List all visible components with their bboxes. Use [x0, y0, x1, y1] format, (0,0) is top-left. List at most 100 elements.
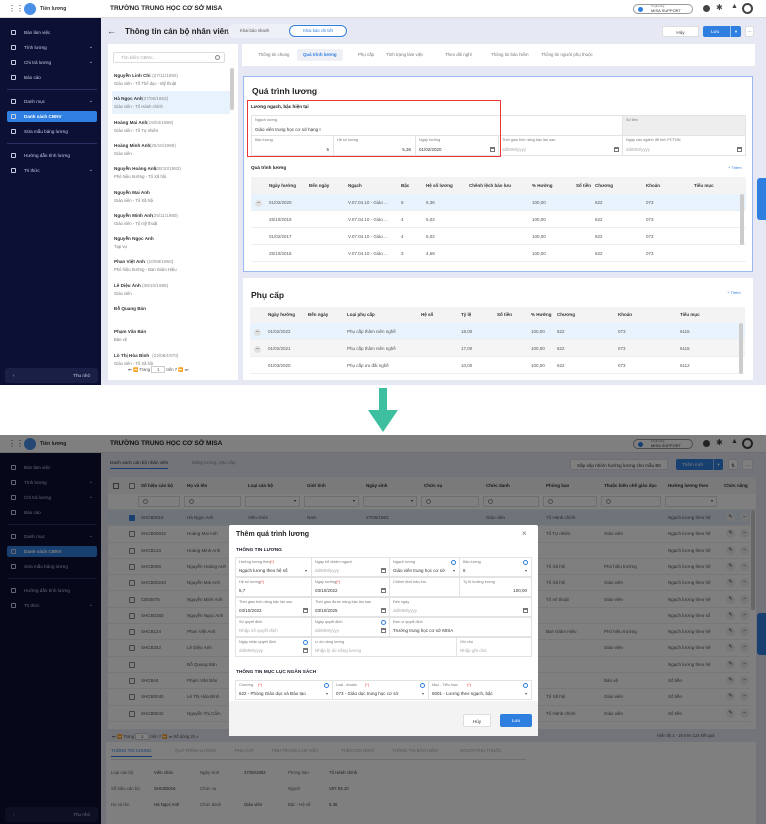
- so-qd-field[interactable]: Số quyết định Nhập số quyết định: [235, 617, 312, 637]
- table-row[interactable]: – 01/02/2021 Phụ cấp thâm niên nghề 17,00 10…: [250, 340, 745, 357]
- ty-le-field[interactable]: Tỷ lệ hưởng lương 100,00: [459, 577, 532, 597]
- calendar-icon[interactable]: [523, 608, 528, 613]
- table-scrollbar[interactable]: [739, 323, 743, 374]
- nhan-qd-field[interactable]: Ngày nhận quyết định dd/MM/yyyy: [235, 637, 312, 657]
- next-page-icon[interactable]: ⏩: [178, 367, 183, 372]
- den-ngay-field[interactable]: Đến ngày dd/MM/yyyy: [389, 597, 532, 617]
- chevron-down-icon[interactable]: ▾: [305, 568, 307, 573]
- sidebar-item-5[interactable]: Danh mục ⌄: [7, 96, 97, 107]
- tab-1[interactable]: Quá trình lương: [297, 49, 343, 61]
- employee-list-item[interactable]: Nguyễn Linh Chi (27/11/1992) Giáo viên - T…: [112, 68, 230, 91]
- calendar-icon[interactable]: [737, 147, 742, 152]
- modal-cancel-button[interactable]: Hủy: [463, 714, 491, 727]
- employee-list-item[interactable]: Nguyễn Ngọc Anh Tạp vụ: [112, 231, 230, 254]
- first-page-icon[interactable]: ⏮: [128, 367, 132, 372]
- don-vi-field[interactable]: Đơn vị quyết định Trường trung học cơ sở …: [389, 617, 532, 637]
- employee-list-item[interactable]: Nguyễn Mai Anh Giáo viên - Tổ Xã hội: [112, 185, 230, 208]
- duoc-nang-field[interactable]: Thời gian được nâng bậc lần sau 03/10/202…: [311, 597, 390, 617]
- table-row[interactable]: 01/02/2017 V.07.04.10 - Giáo ... 4 5,02 100,…: [251, 228, 746, 245]
- list-scrollbar[interactable]: [230, 68, 234, 110]
- next-raise-field[interactable]: Thời gian tính nâng bậc lần sau dd/MM/yy…: [498, 135, 623, 156]
- misa-support-button[interactable]: Truyền tổng MISA SUPPORT: [633, 4, 693, 14]
- tab-0[interactable]: Thông tin chung: [258, 49, 290, 61]
- sidebar-item-0[interactable]: Bàn làm việc: [7, 27, 97, 38]
- remove-row-icon[interactable]: –: [254, 328, 261, 336]
- calendar-icon[interactable]: [381, 608, 386, 613]
- tab-4[interactable]: Theo dõi nghỉ: [445, 49, 472, 61]
- table-row[interactable]: – 01/02/2022 Phụ cấp thâm niên nghề 18,00 10…: [250, 323, 745, 340]
- employee-list-item[interactable]: Hoàng Mai Anh (15/04/1989) Giáo viên - Tổ …: [112, 115, 230, 138]
- chevron-down-icon[interactable]: ▾: [525, 691, 527, 696]
- employee-list-item[interactable]: Nguyễn Hoàng Anh (30/10/1983) Phó hiệu trư…: [112, 161, 230, 184]
- employee-list-item[interactable]: Phan Việt Anh (10/06/1950) Phó hiệu trưởng…: [112, 254, 230, 277]
- table-scrollbar[interactable]: [740, 194, 744, 245]
- tab-5[interactable]: Thông tin bảo hiểm: [491, 49, 529, 61]
- employee-list-item[interactable]: Nguyễn Minh Anh (25/11/1980) Giáo viên - T…: [112, 208, 230, 231]
- loai-field[interactable]: Loại - khoản (*) 073 - Giáo dục trung học …: [332, 680, 429, 700]
- he-so-field[interactable]: Hệ số lương 5,7 (*): [235, 577, 312, 597]
- bo-nhiem-field[interactable]: Ngày bổ nhiệm ngạch dd/MM/yyyy: [311, 557, 390, 577]
- sidebar-item-9[interactable]: Hướng dẫn tính lương: [7, 150, 97, 161]
- muc-field[interactable]: Mục - Tiểu mục (*) 6001 - Lương theo ngạch…: [428, 680, 532, 700]
- sidebar-item-1[interactable]: Tính lương ⌄: [7, 42, 97, 53]
- modal-save-button[interactable]: Lưu: [500, 714, 532, 727]
- page-input[interactable]: 1: [151, 366, 166, 373]
- add-allowance-link[interactable]: + Thêm: [727, 290, 741, 295]
- chevron-down-icon[interactable]: ▾: [525, 568, 527, 573]
- settings-icon[interactable]: ✱: [716, 3, 723, 12]
- avatar[interactable]: [742, 3, 753, 14]
- employee-list-item[interactable]: Lê Diệu Ánh (09/10/1989) Giáo viên: [112, 278, 230, 301]
- side-panel-toggle[interactable]: [757, 178, 766, 220]
- prev-page-icon[interactable]: ⏪: [133, 367, 138, 372]
- more-button[interactable]: ⋯: [745, 26, 754, 37]
- calendar-icon[interactable]: [381, 568, 386, 573]
- pctnn-date-field[interactable]: Ngày vào ngành để tính PCTNN dd/MM/yyyy: [622, 135, 746, 156]
- save-dropdown-icon[interactable]: ▾: [730, 26, 741, 37]
- huong-field[interactable]: Hưởng lương theo Ngạch lương theo hệ số ▾ (…: [235, 557, 312, 577]
- note-field[interactable]: Ghi chú Nhập ghi chú: [456, 637, 532, 657]
- collapse-sidebar-button[interactable]: ‹ Thu nhỏ: [5, 368, 98, 383]
- sidebar-item-3[interactable]: Báo cáo: [7, 72, 97, 83]
- calendar-icon[interactable]: [381, 588, 386, 593]
- sidebar-item-2[interactable]: Chi trả lương ⌄: [7, 57, 97, 68]
- quick-declare-button[interactable]: Khai báo nhanh: [240, 28, 269, 33]
- ngay-qd-field[interactable]: Ngày quyết định dd/MM/yyyy: [311, 617, 390, 637]
- chevron-down-icon[interactable]: ▾: [453, 568, 455, 573]
- tab-2[interactable]: Phụ cấp: [358, 49, 374, 61]
- sidebar-item-10[interactable]: Tri thức ⌄: [7, 165, 97, 176]
- close-icon[interactable]: ×: [522, 529, 527, 538]
- employee-list-item[interactable]: Hà Ngọc Anh (27/06/1963) Giáo viên - Tổ Hà…: [112, 91, 230, 115]
- employee-list-item[interactable]: Đỗ Quang Bản: [112, 301, 230, 324]
- last-page-icon[interactable]: ⏭: [185, 367, 189, 372]
- chenh-lech-field[interactable]: Chênh lệch bảo lưu: [389, 577, 460, 597]
- tinh-nang-field[interactable]: Thời gian tính nâng bậc lần sau 03/10/202…: [235, 597, 312, 617]
- add-salary-link[interactable]: + Thêm: [728, 165, 742, 170]
- bell-icon[interactable]: ▲: [731, 3, 738, 10]
- table-row[interactable]: 01/03/2020 Phụ cấp ưu đãi nghề 10,00 100,00…: [250, 357, 745, 374]
- detail-declare-button[interactable]: Khai báo chi tiết: [289, 25, 347, 37]
- remove-row-icon[interactable]: –: [255, 199, 262, 207]
- chuong-field[interactable]: Chương (*) 622 - Phòng Giáo dục và Đào tạo…: [235, 680, 333, 700]
- salary-raise-reason-field[interactable]: Lí do nâng lương Nhập lý do nâng lương: [311, 637, 457, 657]
- chevron-down-icon[interactable]: ▾: [326, 691, 328, 696]
- calendar-icon[interactable]: [303, 608, 308, 613]
- back-arrow-icon[interactable]: ←: [107, 26, 116, 36]
- cancel-button[interactable]: Hủy: [662, 26, 699, 37]
- ngay-huong-field[interactable]: Ngày hưởng 03/10/2022 (*): [311, 577, 390, 597]
- ngach-field[interactable]: Ngạch lương Giáo viên trung học cơ sở ▾: [389, 557, 460, 577]
- save-button[interactable]: Lưu ▾: [703, 26, 741, 37]
- help-icon[interactable]: [703, 5, 710, 12]
- calendar-icon[interactable]: [303, 648, 308, 653]
- tab-3[interactable]: Tình trạng làm việc: [386, 49, 423, 61]
- calendar-icon[interactable]: [614, 147, 619, 152]
- sidebar-item-7[interactable]: Sửa mẫu bảng lương: [7, 126, 97, 137]
- sidebar-item-6[interactable]: Danh sách CBNV: [7, 111, 97, 122]
- employee-list-item[interactable]: Hoàng Minh Anh (20/10/1989) Giáo viên: [112, 138, 230, 161]
- table-row[interactable]: 25/10/2016 V.07.04.10 - Giáo ... 3 4,68 100,…: [251, 245, 746, 262]
- employee-list-item[interactable]: Phạm Văn Bản Bảo vệ: [112, 324, 230, 347]
- employee-search-input[interactable]: Tìm kiếm CBNV...: [113, 52, 225, 63]
- chevron-down-icon[interactable]: ▾: [422, 691, 424, 696]
- bac-field[interactable]: Bậc lương 6 ▾: [459, 557, 532, 577]
- calendar-icon[interactable]: [381, 628, 386, 633]
- tab-6[interactable]: Thông tin người phụ thuộc: [541, 49, 593, 61]
